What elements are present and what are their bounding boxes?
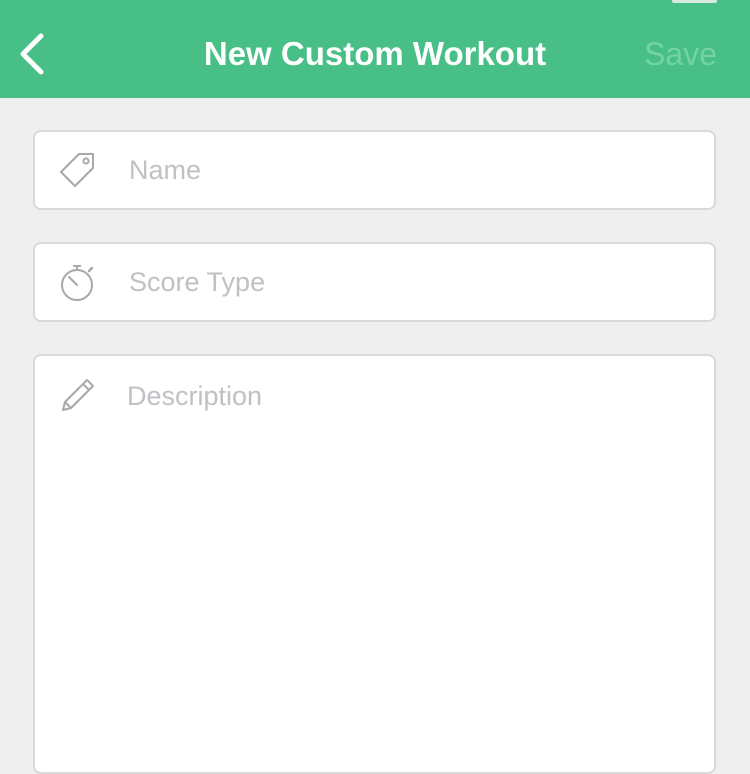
score-type-field[interactable]: Score Type [33, 242, 716, 322]
score-type-input[interactable]: Score Type [129, 265, 265, 299]
status-bar-indicator [672, 0, 717, 3]
name-input[interactable]: Name [129, 153, 201, 187]
description-input[interactable]: Description [127, 379, 262, 413]
save-button[interactable]: Save [644, 34, 717, 74]
pencil-icon [62, 379, 94, 411]
stopwatch-icon [61, 265, 94, 301]
page-title: New Custom Workout [203, 35, 547, 72]
nav-bar: New Custom Workout Save [0, 0, 750, 98]
tag-icon [60, 153, 94, 187]
name-field[interactable]: Name [33, 130, 716, 210]
description-field[interactable]: Description [33, 354, 716, 774]
